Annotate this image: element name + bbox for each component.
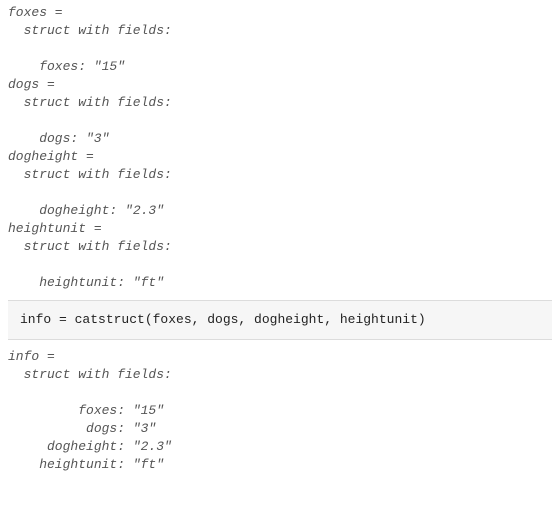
heightunit-header: heightunit = xyxy=(8,220,552,238)
info-header: info = xyxy=(8,348,552,366)
foxes-struct-label: struct with fields: xyxy=(8,22,552,40)
dogheight-struct-label: struct with fields: xyxy=(8,166,552,184)
dogs-field: dogs: "3" xyxy=(8,130,552,148)
heightunit-field: heightunit: "ft" xyxy=(8,274,552,292)
dogheight-header: dogheight = xyxy=(8,148,552,166)
blank-line xyxy=(8,184,552,202)
foxes-field: foxes: "15" xyxy=(8,58,552,76)
matlab-output-document: foxes = struct with fields: foxes: "15" … xyxy=(0,0,552,478)
dogs-header: dogs = xyxy=(8,76,552,94)
output-foxes: foxes = struct with fields: foxes: "15" xyxy=(8,4,552,76)
info-struct-label: struct with fields: xyxy=(8,366,552,384)
info-field-dogs: dogs: "3" xyxy=(8,420,552,438)
dogheight-field: dogheight: "2.3" xyxy=(8,202,552,220)
heightunit-struct-label: struct with fields: xyxy=(8,238,552,256)
code-cell[interactable]: info = catstruct(foxes, dogs, dogheight,… xyxy=(8,300,552,340)
dogs-struct-label: struct with fields: xyxy=(8,94,552,112)
info-field-foxes: foxes: "15" xyxy=(8,402,552,420)
blank-line xyxy=(8,112,552,130)
blank-line xyxy=(8,384,552,402)
info-field-dogheight: dogheight: "2.3" xyxy=(8,438,552,456)
output-heightunit: heightunit = struct with fields: heightu… xyxy=(8,220,552,292)
blank-line xyxy=(8,40,552,58)
blank-line xyxy=(8,256,552,274)
info-field-heightunit: heightunit: "ft" xyxy=(8,456,552,474)
output-dogheight: dogheight = struct with fields: dogheigh… xyxy=(8,148,552,220)
output-dogs: dogs = struct with fields: dogs: "3" xyxy=(8,76,552,148)
output-info: info = struct with fields: foxes: "15" d… xyxy=(8,348,552,474)
foxes-header: foxes = xyxy=(8,4,552,22)
